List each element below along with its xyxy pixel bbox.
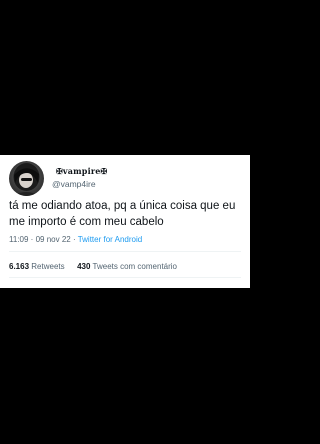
retweets-label: Retweets: [31, 262, 65, 271]
tweet-text: tá me odiando atoa, pq a única coisa que…: [9, 200, 236, 228]
profile-photo-icon: [13, 163, 40, 196]
display-name[interactable]: ✠vampire✠: [56, 166, 107, 176]
quotes-label: Tweets com comentário: [92, 262, 178, 271]
meta-separator: ·: [30, 235, 34, 244]
meta-separator: ·: [72, 235, 76, 244]
avatar[interactable]: [9, 161, 44, 196]
tweet-date[interactable]: 09 nov 22: [36, 235, 71, 244]
username[interactable]: @vamp4ire: [52, 179, 96, 189]
retweets-stat[interactable]: 6.163 Retweets: [9, 262, 65, 271]
tweet-meta: 11:09 · 09 nov 22 · Twitter for Android: [9, 235, 142, 244]
retweets-count: 6.163: [9, 262, 30, 271]
divider: [9, 277, 241, 278]
divider: [9, 251, 241, 252]
tweet-card: ✠vampire✠ @vamp4ire tá me odiando atoa, …: [0, 155, 250, 288]
quotes-count: 430: [77, 262, 91, 271]
tweet-time[interactable]: 11:09: [9, 235, 28, 244]
tweet-source-link[interactable]: Twitter for Android: [78, 235, 142, 244]
tweet-stats: 6.163 Retweets 430 Tweets com comentário: [9, 262, 177, 271]
quotes-stat[interactable]: 430 Tweets com comentário: [77, 262, 177, 271]
